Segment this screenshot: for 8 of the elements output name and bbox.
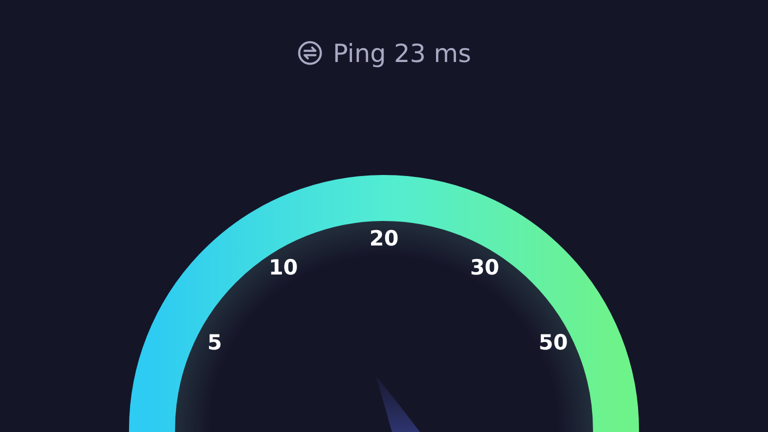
scale-label: 20 <box>369 226 399 251</box>
scale-label: 50 <box>538 330 568 354</box>
gauge-needle <box>376 376 420 432</box>
scale-label: 5 <box>207 330 222 354</box>
scale-label: 10 <box>268 256 298 280</box>
ping-reading: Ping 23 ms <box>332 38 472 68</box>
ping-icon <box>296 40 323 66</box>
scale-label: 30 <box>470 256 500 280</box>
